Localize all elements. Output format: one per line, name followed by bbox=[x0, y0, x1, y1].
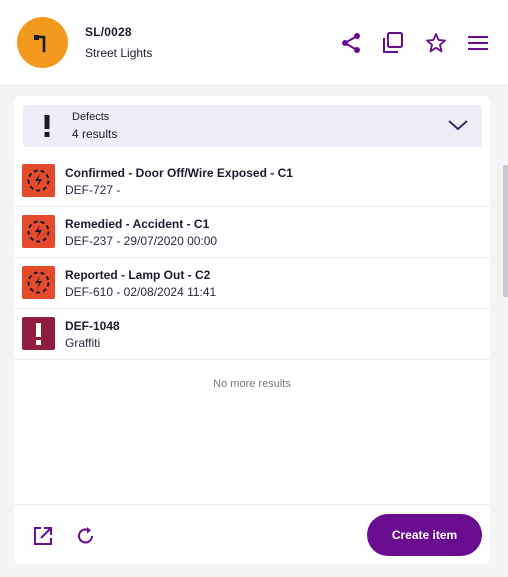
defect-item[interactable]: Remedied - Accident - C1 DEF-237 - 29/07… bbox=[14, 207, 490, 258]
star-icon[interactable] bbox=[424, 31, 448, 55]
no-more-results: No more results bbox=[213, 378, 291, 390]
defect-item-title: Remedied - Accident - C1 bbox=[65, 217, 210, 231]
exclamation-icon bbox=[44, 115, 50, 137]
defect-item-subtitle: DEF-727 - bbox=[65, 183, 121, 197]
defect-item-subtitle: DEF-237 - 29/07/2020 00:00 bbox=[65, 234, 218, 248]
create-item-button[interactable]: Create item bbox=[367, 514, 482, 556]
defect-status-icon bbox=[22, 164, 55, 197]
panel-footer: Create item bbox=[14, 504, 490, 564]
hazard-icon bbox=[27, 169, 50, 192]
defects-section-header[interactable]: Defects 4 results bbox=[23, 105, 482, 147]
defect-item-subtitle: Graffiti bbox=[65, 336, 101, 350]
street-light-icon bbox=[34, 35, 46, 53]
open-external-icon[interactable] bbox=[32, 525, 54, 547]
defect-item-subtitle: DEF-610 - 02/08/2024 11:41 bbox=[65, 285, 217, 299]
defect-item[interactable]: Reported - Lamp Out - C2 DEF-610 - 02/08… bbox=[14, 258, 490, 309]
page-scrollbar[interactable] bbox=[503, 165, 508, 297]
defects-count: 4 results bbox=[72, 127, 118, 141]
defect-status-icon bbox=[22, 317, 55, 350]
exclamation-icon bbox=[36, 323, 41, 345]
defect-item-title: DEF-1048 bbox=[65, 319, 120, 333]
record-header: SL/0028 Street Lights bbox=[0, 0, 508, 86]
defect-status-icon bbox=[22, 215, 55, 248]
hazard-icon bbox=[27, 220, 50, 243]
defects-title: Defects bbox=[72, 111, 110, 123]
chevron-down-icon[interactable] bbox=[447, 117, 469, 133]
refresh-icon[interactable] bbox=[75, 525, 97, 547]
hazard-icon bbox=[27, 271, 50, 294]
defect-status-icon bbox=[22, 266, 55, 299]
record-title: SL/0028 bbox=[85, 25, 132, 39]
menu-icon[interactable] bbox=[466, 31, 490, 55]
duplicate-icon[interactable] bbox=[381, 31, 405, 55]
defect-item[interactable]: Confirmed - Door Off/Wire Exposed - C1 D… bbox=[14, 156, 490, 207]
defect-item-title: Reported - Lamp Out - C2 bbox=[65, 268, 211, 282]
defects-panel: Defects 4 results Confirmed - Door Off/W… bbox=[14, 96, 490, 564]
share-icon[interactable] bbox=[339, 31, 363, 55]
defect-item[interactable]: DEF-1048 Graffiti bbox=[14, 309, 490, 360]
defect-item-title: Confirmed - Door Off/Wire Exposed - C1 bbox=[65, 166, 293, 180]
record-subtitle: Street Lights bbox=[85, 46, 153, 60]
street-light-avatar bbox=[17, 17, 68, 68]
